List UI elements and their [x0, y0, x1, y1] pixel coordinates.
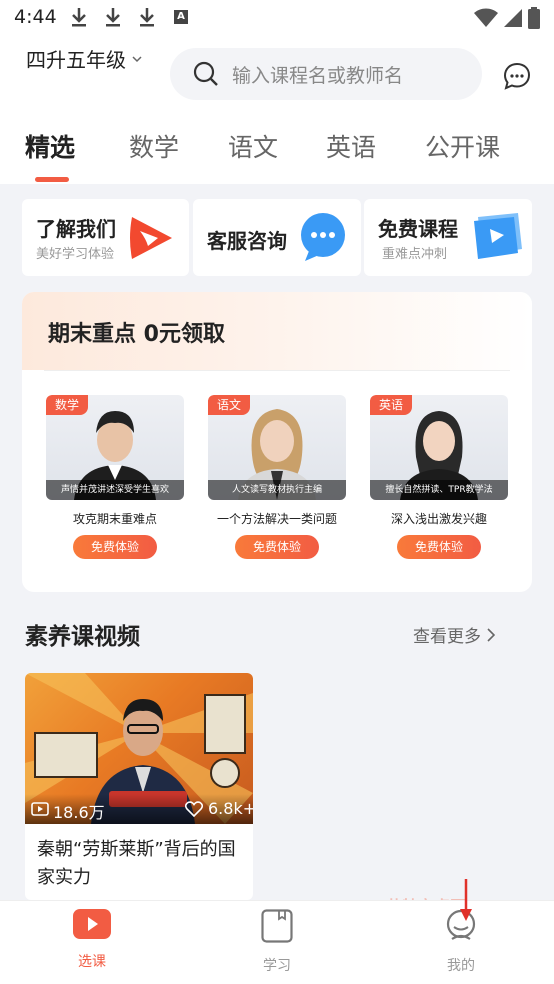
grade-label: 四升五年级 — [26, 48, 126, 72]
course-card-math[interactable]: 数学 声情并茂讲述深受学生喜欢 攻克期末重难点 免费体验 — [46, 395, 184, 559]
tab-chinese[interactable]: 语文 — [228, 128, 278, 164]
nav-study[interactable]: 学习 — [227, 909, 327, 975]
wifi-icon — [474, 8, 498, 27]
teacher-caption: 人文读写教材执行主编 — [208, 480, 346, 500]
video-card[interactable]: 18.6万 6.8k+ 秦朝“劳斯莱斯”背后的国家实力 — [25, 673, 253, 900]
about-us-card[interactable]: 了解我们 美好学习体验 — [22, 199, 189, 276]
download-icon — [106, 8, 120, 27]
free-courses-subtitle: 重难点冲刺 — [382, 247, 448, 262]
video-title: 秦朝“劳斯莱斯”背后的国家实力 — [37, 839, 236, 888]
course-card-chinese[interactable]: 语文 人文读写教材执行主编 一个方法解决一类问题 免费体验 — [208, 395, 346, 559]
play-count-icon — [31, 802, 49, 816]
promo-card: 期末重点 0元领取 数学 声情并茂讲述深受学生喜欢 攻克期末重难点 免费体验 语… — [22, 292, 532, 592]
tab-math[interactable]: 数学 — [129, 128, 179, 164]
free-trial-button[interactable]: 免费体验 — [235, 535, 319, 559]
view-count: 18.6万 — [53, 803, 105, 822]
promo-title: 期末重点 0元领取 — [48, 322, 225, 347]
book-icon — [474, 213, 522, 259]
grade-selector[interactable]: 四升五年级 — [26, 44, 142, 73]
download-icon — [140, 8, 154, 27]
course-name: 攻克期末重难点 — [72, 512, 157, 526]
search-placeholder: 输入课程名或教师名 — [232, 64, 404, 87]
teacher-caption: 声情并茂讲述深受学生喜欢 — [46, 480, 184, 500]
free-courses-title: 免费课程 — [378, 217, 458, 241]
customer-service-card[interactable]: 客服咨询 — [193, 199, 361, 276]
free-courses-card[interactable]: 免费课程 重难点冲刺 — [364, 199, 532, 276]
signal-icon — [504, 9, 522, 27]
search-icon — [193, 61, 218, 86]
subject-badge: 英语 — [370, 395, 413, 415]
tab-english[interactable]: 英语 — [326, 128, 376, 164]
message-icon[interactable] — [503, 62, 531, 90]
category-tabs: 精选 数学 语文 英语 公开课 — [0, 128, 554, 184]
status-bar: 4:44 A — [0, 0, 554, 36]
teacher-caption: 擅长自然拼读、TPR教学法 — [370, 480, 508, 500]
view-more-label: 查看更多 — [413, 627, 481, 647]
tab-indicator — [35, 177, 69, 182]
like-count: 6.8k+ — [208, 799, 253, 818]
search-input[interactable]: 输入课程名或教师名 — [170, 48, 482, 100]
status-time: 4:44 — [14, 6, 57, 28]
play-icon — [73, 909, 111, 939]
view-more-link[interactable]: 查看更多 — [413, 622, 495, 647]
course-name: 深入浅出激发兴趣 — [390, 512, 487, 526]
course-name: 一个方法解决一类问题 — [216, 512, 337, 526]
divider — [44, 370, 510, 371]
chevron-right-icon — [487, 627, 495, 642]
nav-courses[interactable]: 选课 — [42, 909, 142, 971]
red-arrow-indicator — [460, 879, 472, 921]
section-title: 素养课视频 — [25, 624, 140, 650]
free-trial-button[interactable]: 免费体验 — [397, 535, 481, 559]
video-stats: 18.6万 6.8k+ — [25, 794, 253, 824]
notebook-icon — [261, 909, 293, 943]
notification-a-icon: A — [174, 10, 188, 24]
battery-icon — [528, 7, 540, 29]
nav-profile-label: 我的 — [447, 958, 475, 974]
teacher-photo: 数学 声情并茂讲述深受学生喜欢 — [46, 395, 184, 500]
nav-study-label: 学习 — [263, 958, 291, 974]
top-bar: 四升五年级 输入课程名或教师名 精选 数学 语文 英语 公开课 — [0, 36, 554, 184]
tab-public-class[interactable]: 公开课 — [425, 128, 500, 164]
chat-bubble-icon — [301, 213, 345, 261]
teacher-photo: 英语 擅长自然拼读、TPR教学法 — [370, 395, 508, 500]
download-icon — [72, 8, 86, 27]
teacher-photo: 语文 人文读写教材执行主编 — [208, 395, 346, 500]
video-thumbnail: 18.6万 6.8k+ — [25, 673, 253, 824]
course-card-english[interactable]: 英语 擅长自然拼读、TPR教学法 深入浅出激发兴趣 免费体验 — [370, 395, 508, 559]
about-us-subtitle: 美好学习体验 — [36, 247, 115, 262]
chevron-down-icon — [132, 55, 142, 62]
heart-icon — [185, 801, 203, 817]
nav-courses-label: 选课 — [78, 954, 106, 970]
about-us-title: 了解我们 — [36, 217, 116, 241]
play-logo-icon — [130, 217, 172, 259]
free-trial-button[interactable]: 免费体验 — [73, 535, 157, 559]
subject-badge: 数学 — [46, 395, 89, 415]
tab-featured[interactable]: 精选 — [25, 128, 75, 164]
customer-service-title: 客服咨询 — [207, 229, 287, 253]
bottom-nav: 选课 学习 我的 — [0, 879, 554, 984]
subject-badge: 语文 — [208, 395, 251, 415]
